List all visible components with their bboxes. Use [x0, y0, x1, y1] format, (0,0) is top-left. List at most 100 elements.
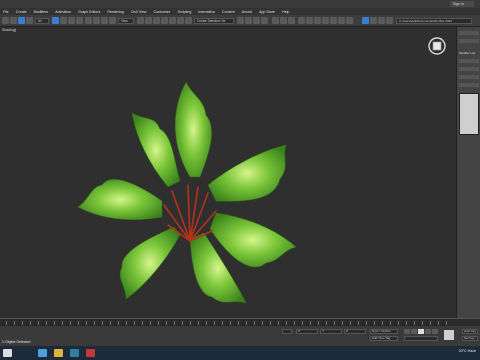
3ds-max-taskbar-icon[interactable]	[70, 349, 79, 357]
menu-help[interactable]: Help	[282, 10, 289, 14]
grid-readout: Grid = 10,0cm	[370, 329, 398, 334]
sign-in-button[interactable]: Sign In	[450, 1, 474, 7]
mirror-icon[interactable]	[237, 17, 244, 24]
track-ticks	[6, 321, 450, 325]
zoom-extents-icon[interactable]	[444, 330, 454, 340]
weather-temperature: 20°C	[458, 349, 467, 353]
command-panel-tabs[interactable]	[459, 31, 479, 35]
current-frame-field[interactable]	[404, 336, 438, 341]
menu-scripting[interactable]: Scripting	[177, 10, 191, 14]
viewcube-icon[interactable]	[426, 35, 448, 57]
named-selection-set-dropdown[interactable]: Create Selection Se	[194, 18, 234, 24]
perspective-viewport[interactable]: Shading]	[0, 27, 456, 318]
go-to-end-icon[interactable]	[432, 329, 438, 334]
app-taskbar-icon[interactable]	[86, 349, 95, 357]
title-bar: Sign In	[0, 0, 480, 8]
y-coordinate-field[interactable]: Y:	[320, 329, 342, 334]
selection-filter-dropdown[interactable]: All	[35, 18, 49, 24]
menu-bar: File Create Modifiers Animation Graph Ed…	[0, 8, 480, 15]
menu-modifiers[interactable]: Modifiers	[34, 10, 49, 14]
menu-app-store[interactable]: App Store	[259, 10, 275, 14]
auto-key-button[interactable]: Auto Key	[462, 329, 478, 334]
play-icon[interactable]	[418, 329, 424, 334]
menu-rendering[interactable]: Rendering	[107, 10, 124, 14]
spinner-snap-icon[interactable]	[177, 17, 184, 24]
file-explorer-icon[interactable]	[54, 349, 63, 357]
toggle-layer-explorer-icon[interactable]	[261, 17, 268, 24]
render-setup-icon[interactable]	[298, 17, 305, 24]
angle-snap-icon[interactable]	[161, 17, 168, 24]
go-to-start-icon[interactable]	[404, 329, 410, 334]
menu-animation[interactable]: Animation	[55, 10, 71, 14]
project-path-field[interactable]: C:\Users\dell\Documents\3ds Max 2020	[396, 18, 472, 24]
menu-create[interactable]: Create	[16, 10, 27, 14]
previous-frame-icon[interactable]	[411, 329, 417, 334]
redo-icon[interactable]	[10, 17, 17, 24]
select-object-icon[interactable]	[52, 17, 59, 24]
next-frame-icon[interactable]	[425, 329, 431, 334]
modifier-button[interactable]	[459, 75, 479, 79]
plant-model[interactable]	[0, 27, 456, 318]
window-crossing-icon[interactable]	[76, 17, 83, 24]
system-tray: 20°C Haze	[459, 349, 476, 353]
schematic-view-icon[interactable]	[280, 17, 287, 24]
render-in-cloud-icon[interactable]	[322, 17, 329, 24]
weather-condition: Haze	[467, 349, 476, 353]
select-by-name-icon[interactable]	[60, 17, 67, 24]
menu-content[interactable]: Content	[222, 10, 235, 14]
placement-icon[interactable]	[109, 17, 116, 24]
menu-arnold[interactable]: Arnold	[242, 10, 252, 14]
teapot-render-icon[interactable]	[346, 17, 353, 24]
keyboard-shortcut-icon[interactable]	[145, 17, 152, 24]
material-editor-icon[interactable]	[288, 17, 295, 24]
percent-snap-icon[interactable]	[169, 17, 176, 24]
edge-browser-icon[interactable]	[38, 349, 47, 357]
link-icon[interactable]	[18, 17, 25, 24]
pivot-icon[interactable]	[137, 17, 144, 24]
arnold-render-icon[interactable]	[338, 17, 345, 24]
status-bar: X: Y: Z: Grid = 10,0cm Add Time Tag Auto…	[0, 326, 480, 346]
snaps-toggle-icon[interactable]	[153, 17, 160, 24]
scale-icon[interactable]	[101, 17, 108, 24]
modifier-list-dropdown[interactable]: Modifier List	[459, 51, 475, 55]
open-folder-icon[interactable]	[386, 17, 393, 24]
edit-named-selection-icon[interactable]	[185, 17, 192, 24]
x-coordinate-field[interactable]: X:	[296, 329, 318, 334]
render-production-icon[interactable]	[314, 17, 321, 24]
lock-selection-button[interactable]	[282, 329, 292, 334]
move-icon[interactable]	[85, 17, 92, 24]
leaf-group	[77, 81, 297, 304]
rotate-icon[interactable]	[93, 17, 100, 24]
unlink-icon[interactable]	[26, 17, 33, 24]
menu-file[interactable]: File	[3, 10, 9, 14]
reference-coordinate-dropdown[interactable]: View	[118, 18, 134, 24]
object-name-field[interactable]	[459, 39, 479, 43]
graphite-tools-icon[interactable]	[362, 17, 369, 24]
set-key-button[interactable]: Set Key	[462, 336, 478, 341]
windows-taskbar: 20°C Haze	[0, 346, 480, 360]
menu-customize[interactable]: Customize	[153, 10, 170, 14]
menu-civil-view[interactable]: Civil View	[131, 10, 147, 14]
menu-interactive[interactable]: Interactive	[198, 10, 215, 14]
undo-icon[interactable]	[2, 17, 9, 24]
modifier-button[interactable]	[459, 59, 479, 63]
selection-status: 1 Object Selected	[2, 340, 31, 344]
z-coordinate-field[interactable]: Z:	[344, 329, 366, 334]
rendered-frame-window-icon[interactable]	[306, 17, 313, 24]
start-icon[interactable]	[3, 349, 12, 357]
a360-gallery-icon[interactable]	[330, 17, 337, 24]
project-folder-icon[interactable]	[378, 17, 385, 24]
curve-editor-icon[interactable]	[272, 17, 279, 24]
3ds-max-window: Sign In File Create Modifiers Animation …	[0, 0, 480, 360]
main-toolbar: All View Create Selection Se C:\Users\de…	[0, 15, 480, 27]
time-slider-track[interactable]	[0, 318, 480, 326]
add-time-tag-button[interactable]: Add Time Tag	[370, 336, 398, 341]
modifier-button[interactable]	[459, 83, 479, 87]
modifier-button[interactable]	[459, 67, 479, 71]
workspace-icon[interactable]	[370, 17, 377, 24]
toggle-scene-explorer-icon[interactable]	[253, 17, 260, 24]
menu-graph-editors[interactable]: Graph Editors	[78, 10, 100, 14]
modifier-stack[interactable]	[459, 93, 479, 135]
rectangular-selection-icon[interactable]	[68, 17, 75, 24]
align-icon[interactable]	[245, 17, 252, 24]
